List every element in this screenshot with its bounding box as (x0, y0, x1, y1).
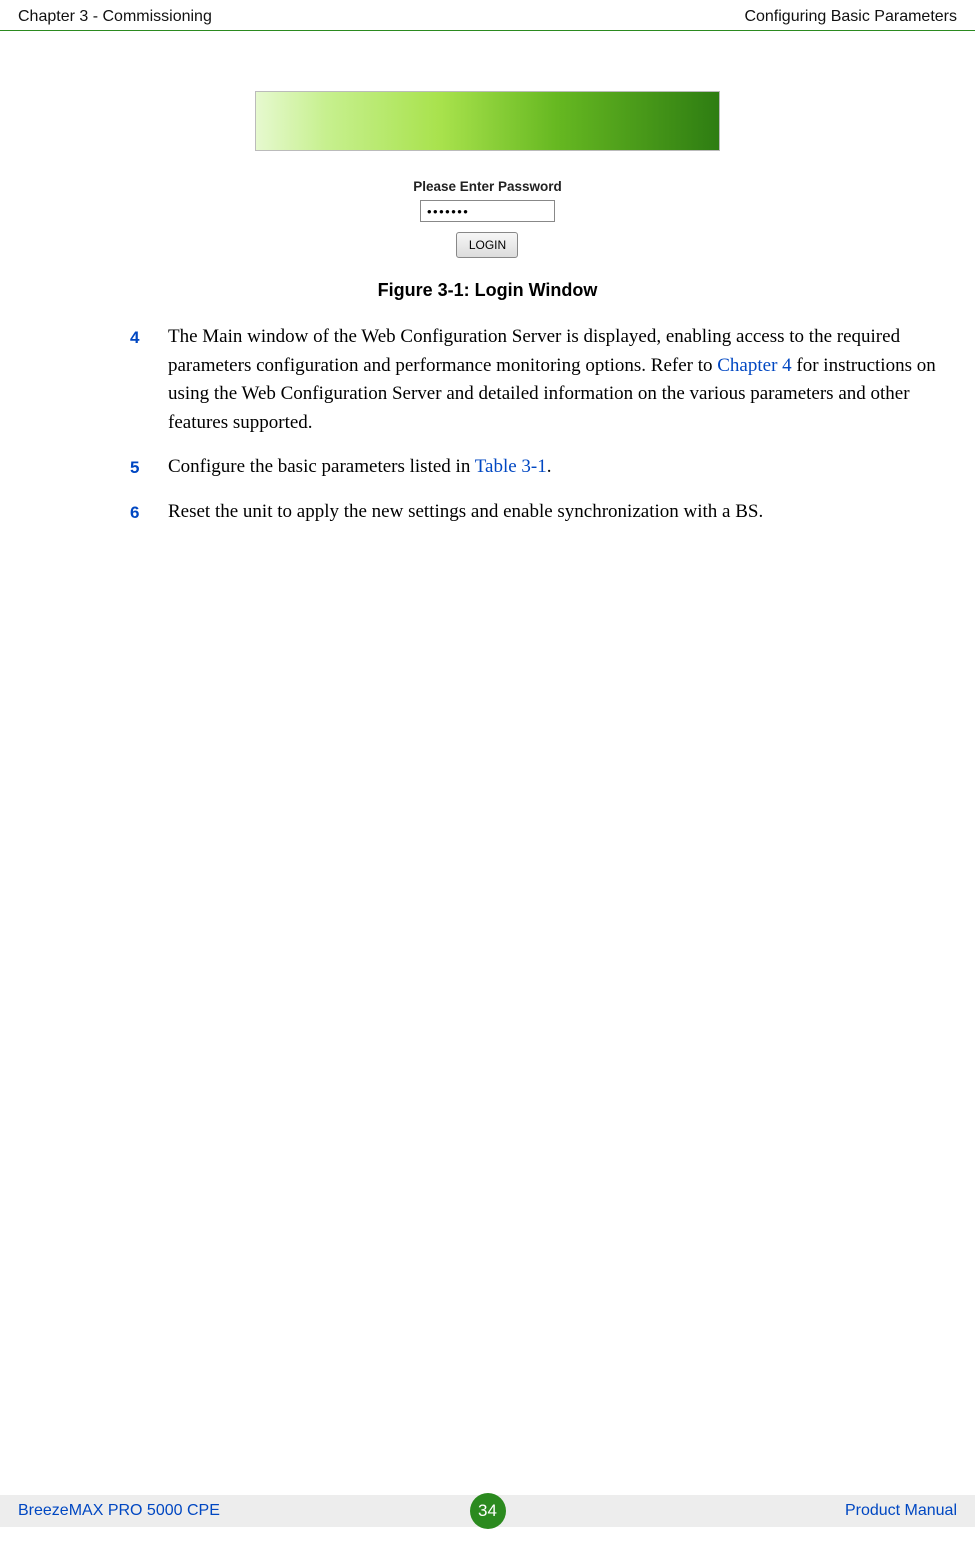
step-list: 4 The Main window of the Web Configurati… (18, 323, 957, 526)
step-number: 6 (130, 498, 146, 527)
step-text: Configure the basic parameters listed in… (168, 453, 947, 482)
password-label: Please Enter Password (413, 179, 562, 194)
login-button[interactable]: LOGIN (456, 232, 518, 258)
step-text-part: . (547, 456, 552, 477)
step-number: 5 (130, 453, 146, 482)
step-text: The Main window of the Web Configuration… (168, 323, 947, 437)
page-footer: BreezeMAX PRO 5000 CPE 34 Product Manual (0, 1495, 975, 1527)
header-section: Configuring Basic Parameters (744, 8, 957, 26)
footer-doc-title: Product Manual (845, 1502, 957, 1520)
page-header: Chapter 3 - Commissioning Configuring Ba… (0, 0, 975, 31)
step-text-part: Configure the basic parameters listed in (168, 456, 475, 477)
step-text: Reset the unit to apply the new settings… (168, 498, 947, 527)
list-item: 5 Configure the basic parameters listed … (130, 453, 947, 482)
list-item: 4 The Main window of the Web Configurati… (130, 323, 947, 437)
page-content: Please Enter Password LOGIN Figure 3-1: … (0, 31, 975, 526)
page-number-badge: 34 (470, 1493, 506, 1529)
step-text-part: Reset the unit to apply the new settings… (168, 501, 763, 522)
password-input[interactable] (420, 200, 555, 222)
login-banner (255, 91, 720, 151)
list-item: 6 Reset the unit to apply the new settin… (130, 498, 947, 527)
link-chapter-4[interactable]: Chapter 4 (717, 355, 791, 376)
link-table-3-1[interactable]: Table 3-1 (475, 456, 547, 477)
footer-product: BreezeMAX PRO 5000 CPE (18, 1502, 220, 1520)
figure-login-window: Please Enter Password LOGIN Figure 3-1: … (18, 91, 957, 301)
header-chapter: Chapter 3 - Commissioning (18, 8, 212, 26)
step-number: 4 (130, 323, 146, 437)
login-screenshot: Please Enter Password LOGIN (255, 91, 720, 258)
figure-caption: Figure 3-1: Login Window (18, 280, 957, 301)
login-form: Please Enter Password LOGIN (413, 179, 562, 258)
